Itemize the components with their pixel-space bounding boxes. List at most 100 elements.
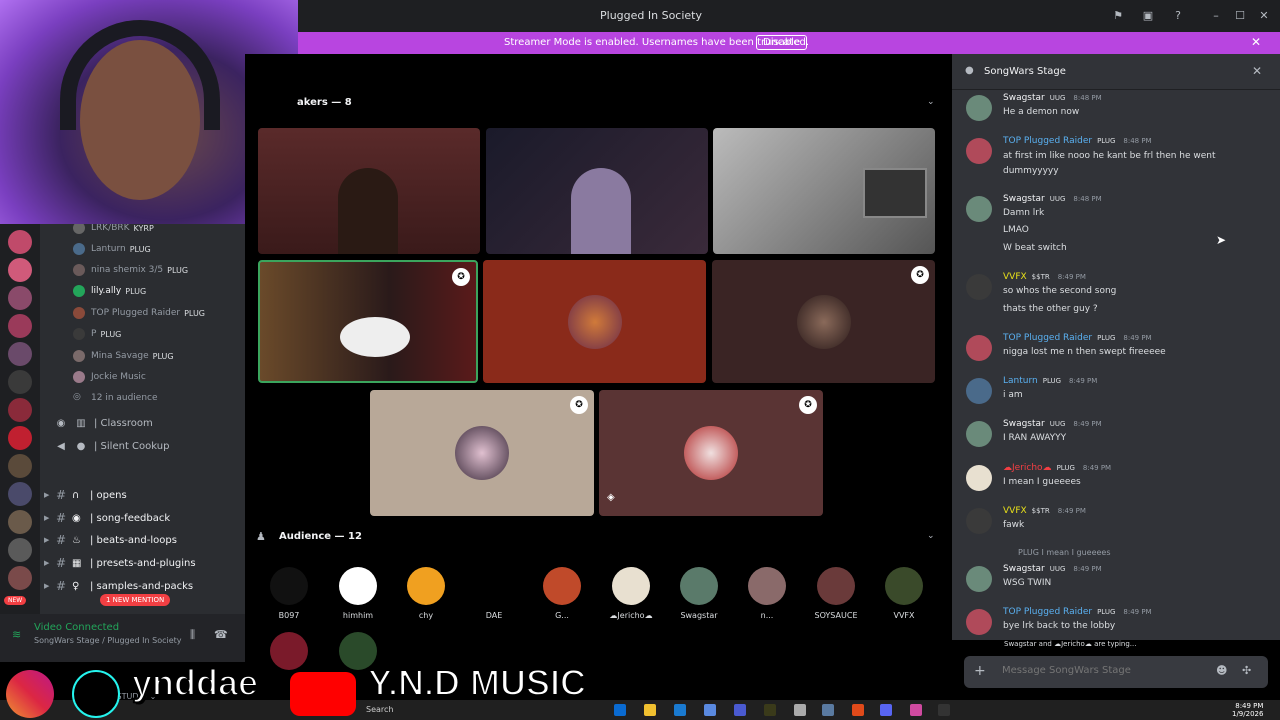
- audience-member[interactable]: Swagstar: [674, 567, 724, 620]
- stream-overlay: ynddae Y.N.D MUSIC: [0, 660, 620, 720]
- speakers-label: akers — 8: [297, 97, 352, 108]
- server-icon[interactable]: [8, 566, 32, 590]
- help-icon[interactable]: ?: [1171, 10, 1185, 22]
- speaker-tile[interactable]: [486, 128, 708, 254]
- avatar[interactable]: [966, 138, 992, 164]
- voice-user[interactable]: Lanturn PLUG: [73, 240, 151, 258]
- speaker-tile[interactable]: [258, 128, 480, 254]
- audience-member[interactable]: himhim: [333, 567, 383, 620]
- server-icon[interactable]: [8, 510, 32, 534]
- text-channel-opens[interactable]: ▶ # ∩ | opens: [44, 485, 127, 505]
- maximize-icon[interactable]: ☐: [1233, 10, 1247, 22]
- speaker-tile[interactable]: [713, 128, 935, 254]
- app-icon[interactable]: [794, 704, 806, 716]
- server-icon[interactable]: [8, 454, 32, 478]
- settings-icon[interactable]: [822, 704, 834, 716]
- avatar: [567, 294, 622, 349]
- audience-member[interactable]: n...: [742, 567, 792, 620]
- avatar[interactable]: [966, 609, 992, 635]
- audience-member[interactable]: DAE: [469, 567, 519, 620]
- server-icon[interactable]: [8, 258, 32, 282]
- voice-channel-classroom[interactable]: ◉ ▥ | Classroom: [54, 413, 153, 433]
- app-icon[interactable]: [764, 704, 776, 716]
- emoji-icon[interactable]: ☻: [1216, 664, 1227, 677]
- audience-member[interactable]: VVFX: [879, 567, 929, 620]
- minimize-icon[interactable]: –: [1209, 10, 1223, 22]
- disconnect-icon[interactable]: ☎: [214, 628, 228, 641]
- close-icon[interactable]: ✕: [1257, 10, 1271, 22]
- voice-user[interactable]: lily.ally PLUG: [73, 282, 146, 300]
- disable-button[interactable]: Disable: [756, 35, 808, 50]
- speaker-tile-active[interactable]: ✪: [258, 260, 478, 383]
- message-input[interactable]: [1002, 665, 1202, 676]
- avatar: [73, 285, 85, 297]
- chrome-icon[interactable]: [852, 704, 864, 716]
- caret-icon: ▶: [44, 491, 50, 499]
- hash-icon: #: [56, 579, 67, 593]
- inbox-icon[interactable]: ⚑: [1111, 10, 1125, 22]
- audience-member[interactable]: SOYSAUCE: [811, 567, 861, 620]
- audience-count[interactable]: ◎ 12 in audience: [73, 389, 158, 407]
- discord-icon[interactable]: [880, 704, 892, 716]
- instagram-icon: [6, 670, 54, 718]
- avatar[interactable]: [966, 196, 992, 222]
- app-icon[interactable]: [734, 704, 746, 716]
- app-icon[interactable]: [938, 704, 950, 716]
- close-banner-icon[interactable]: ✕: [1251, 35, 1261, 49]
- avatar[interactable]: [966, 465, 992, 491]
- audience-member[interactable]: chy: [401, 567, 451, 620]
- voice-user[interactable]: Jockie Music: [73, 368, 146, 386]
- server-icon[interactable]: [8, 314, 32, 338]
- reply-preview[interactable]: PLUG I mean I gueeees: [1018, 548, 1111, 557]
- avatar[interactable]: [966, 95, 992, 121]
- server-icon[interactable]: [8, 426, 32, 450]
- voice-user[interactable]: Mina Savage PLUG: [73, 347, 174, 365]
- collapse-speakers-icon[interactable]: ⌄: [927, 97, 935, 107]
- server-rail: [0, 224, 40, 640]
- text-channel-presets-and-plugins[interactable]: ▶ # ▦ | presets-and-plugins: [44, 553, 196, 573]
- noise-icon[interactable]: ⫼: [190, 628, 195, 642]
- server-icon[interactable]: [8, 230, 32, 254]
- voice-user[interactable]: nina shemix 3/5 PLUG: [73, 261, 188, 279]
- app-icon[interactable]: [910, 704, 922, 716]
- close-chat-icon[interactable]: ✕: [1252, 64, 1262, 78]
- avatar[interactable]: [966, 508, 992, 534]
- server-icon[interactable]: [8, 398, 32, 422]
- server-icon[interactable]: [8, 342, 32, 366]
- screen-icon[interactable]: ▣: [1141, 10, 1155, 22]
- audience-icon: ◎: [73, 392, 81, 402]
- speaker-tile[interactable]: ✪: [370, 390, 594, 516]
- voice-user[interactable]: P PLUG: [73, 325, 121, 343]
- folder-icon[interactable]: [644, 704, 656, 716]
- attach-icon[interactable]: +: [974, 663, 986, 679]
- voice-channel-silent-cookup[interactable]: ◀ ● | Silent Cookup: [54, 436, 169, 456]
- caret-icon: ▶: [44, 559, 50, 567]
- audience-member[interactable]: B097: [264, 567, 314, 620]
- hash-icon: #: [56, 533, 67, 547]
- avatar[interactable]: [966, 335, 992, 361]
- avatar[interactable]: [966, 378, 992, 404]
- avatar[interactable]: [966, 274, 992, 300]
- avatar[interactable]: [966, 566, 992, 592]
- app-icon[interactable]: [704, 704, 716, 716]
- clock[interactable]: 8:49 PM 1/9/2026: [1232, 702, 1263, 718]
- audience-member[interactable]: G...: [537, 567, 587, 620]
- text-channel-beats-and-loops[interactable]: ▶ # ♨ | beats-and-loops: [44, 530, 177, 550]
- speaker-tile[interactable]: ✪: [712, 260, 935, 383]
- server-icon[interactable]: [8, 286, 32, 310]
- server-icon[interactable]: [8, 370, 32, 394]
- avatar[interactable]: [966, 421, 992, 447]
- speaker-tile[interactable]: [483, 260, 706, 383]
- apps-icon[interactable]: ✣: [1242, 664, 1251, 677]
- voice-user[interactable]: TOP Plugged Raider PLUG: [73, 304, 205, 322]
- audience-member[interactable]: ☁Jericho☁: [606, 567, 656, 620]
- server-icon[interactable]: [8, 538, 32, 562]
- collapse-audience-icon[interactable]: ⌄: [927, 531, 935, 541]
- audience-label: Audience — 12: [279, 531, 362, 542]
- server-icon[interactable]: [8, 482, 32, 506]
- store-icon[interactable]: [674, 704, 686, 716]
- text-channel-samples-and-packs[interactable]: ▶ # ♀ | samples-and-packs: [44, 576, 193, 596]
- speaker-tile[interactable]: ✪ ◈: [599, 390, 823, 516]
- new-mention-badge[interactable]: 1 NEW MENTION: [100, 594, 171, 606]
- text-channel-song-feedback[interactable]: ▶ # ◉ | song-feedback: [44, 508, 170, 528]
